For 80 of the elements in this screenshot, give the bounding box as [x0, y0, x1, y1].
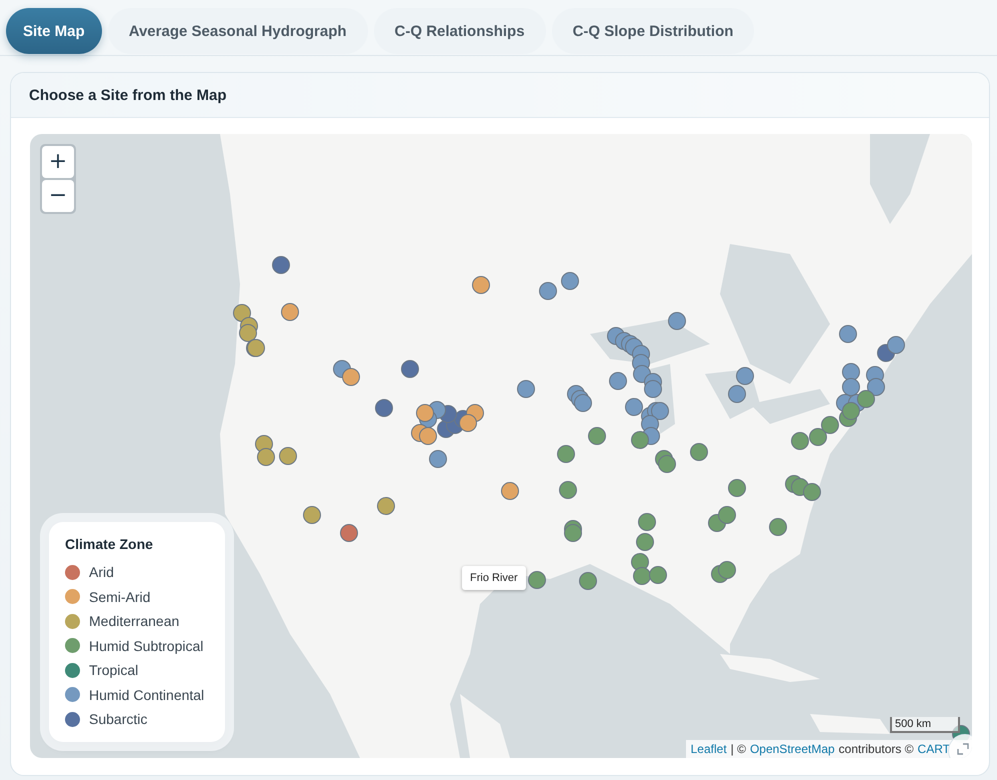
site-marker[interactable] [401, 360, 419, 378]
site-marker[interactable] [272, 256, 290, 274]
site-marker[interactable] [561, 272, 579, 290]
zoom-in-button[interactable]: + [42, 146, 74, 178]
site-marker[interactable] [279, 447, 297, 465]
site-marker[interactable] [736, 367, 754, 385]
site-marker[interactable] [839, 325, 857, 343]
legend-label: Subarctic [89, 711, 148, 728]
site-marker[interactable] [668, 312, 686, 330]
site-marker[interactable] [564, 524, 582, 542]
site-marker[interactable] [517, 380, 535, 398]
site-marker[interactable] [257, 448, 275, 466]
site-tooltip: Frio River [462, 566, 526, 590]
site-marker[interactable] [633, 567, 651, 585]
legend-title: Climate Zone [65, 536, 154, 552]
legend-label: Humid Continental [89, 686, 204, 703]
carto-link[interactable]: CART [918, 742, 950, 756]
site-marker[interactable] [658, 455, 676, 473]
site-marker[interactable] [588, 427, 606, 445]
site-marker[interactable] [459, 414, 477, 432]
site-marker[interactable] [528, 571, 546, 589]
site-marker[interactable] [649, 566, 667, 584]
tab[interactable]: C-Q Relationships [374, 8, 546, 54]
legend-label: Arid [89, 564, 114, 580]
tab[interactable]: Average Seasonal Hydrograph [108, 8, 368, 54]
site-marker[interactable] [377, 497, 395, 515]
leaflet-link[interactable]: Leaflet [690, 742, 727, 756]
site-marker[interactable] [559, 481, 577, 499]
expand-icon [957, 743, 969, 755]
attribution-text: contributors © [838, 742, 914, 756]
site-marker[interactable] [375, 399, 393, 417]
site-marker[interactable] [419, 427, 437, 445]
site-marker[interactable] [887, 336, 905, 354]
site-marker[interactable] [791, 432, 809, 450]
site-marker[interactable] [821, 416, 839, 434]
site-marker[interactable] [416, 404, 434, 422]
site-marker[interactable] [769, 518, 787, 536]
site-marker[interactable] [728, 479, 746, 497]
attribution-text: | © [730, 742, 746, 756]
site-marker[interactable] [303, 506, 321, 524]
site-marker[interactable] [342, 368, 360, 386]
site-marker[interactable] [857, 390, 875, 408]
site-marker[interactable] [574, 394, 592, 412]
site-marker[interactable] [842, 378, 860, 396]
site-marker[interactable] [239, 324, 257, 342]
site-marker[interactable] [718, 506, 736, 524]
site-marker[interactable] [247, 339, 265, 357]
legend-label: Mediterranean [89, 613, 180, 630]
panel-title: Choose a Site from the Map [29, 86, 227, 104]
site-marker[interactable] [631, 431, 649, 449]
legend-label: Humid Subtropical [89, 638, 204, 654]
openstreetmap-link[interactable]: OpenStreetMap [750, 742, 835, 756]
site-marker[interactable] [557, 445, 575, 463]
site-marker[interactable] [718, 561, 736, 579]
site-marker[interactable] [638, 513, 656, 531]
legend-label: Tropical [89, 662, 138, 678]
tab[interactable]: C-Q Slope Distribution [552, 8, 754, 54]
scale-bar: 500 km [890, 717, 960, 733]
site-marker[interactable] [690, 443, 708, 461]
site-marker[interactable] [651, 402, 669, 420]
site-marker[interactable] [728, 385, 746, 403]
site-marker[interactable] [501, 482, 519, 500]
legend-label: Semi-Arid [89, 588, 150, 605]
site-marker[interactable] [809, 428, 827, 446]
site-marker[interactable] [609, 372, 627, 390]
site-marker[interactable] [636, 533, 654, 551]
site-marker[interactable] [539, 282, 557, 300]
zoom-out-button[interactable]: − [42, 180, 74, 212]
site-marker[interactable] [472, 276, 490, 294]
site-marker[interactable] [625, 398, 643, 416]
site-marker[interactable] [281, 303, 299, 321]
tab[interactable]: Site Map [6, 8, 102, 54]
site-marker[interactable] [867, 378, 885, 396]
site-marker[interactable] [340, 524, 358, 542]
site-marker[interactable] [233, 304, 251, 322]
site-marker[interactable] [644, 380, 662, 398]
site-marker[interactable] [429, 450, 447, 468]
site-marker[interactable] [842, 363, 860, 381]
site-marker[interactable] [579, 572, 597, 590]
site-marker[interactable] [803, 483, 821, 501]
